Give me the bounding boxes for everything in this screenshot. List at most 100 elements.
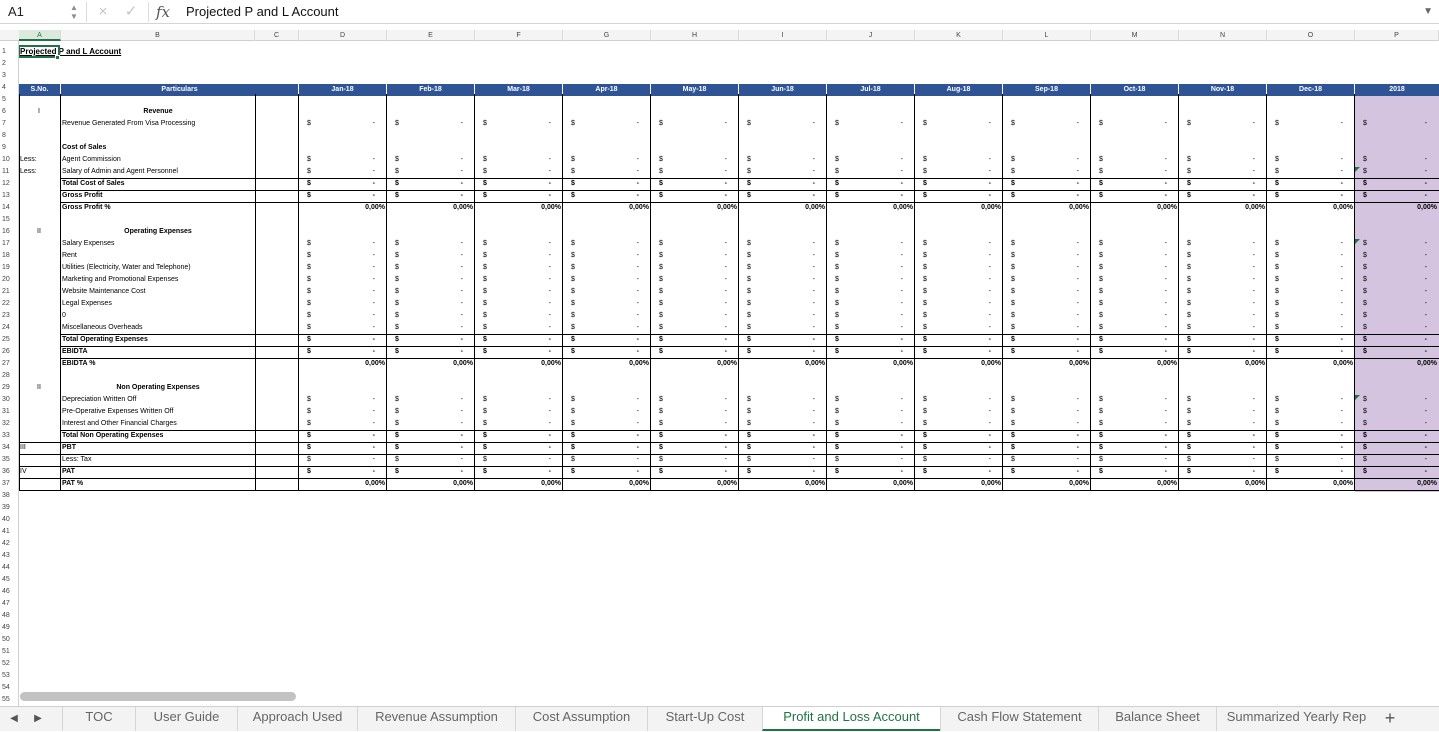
value-cell[interactable]: - xyxy=(1333,334,1343,346)
value-cell[interactable]: - xyxy=(1333,238,1343,250)
value-cell[interactable]: - xyxy=(805,418,815,430)
value-cell[interactable]: - xyxy=(1157,118,1167,130)
row-header[interactable]: 49 xyxy=(0,622,19,634)
cancel-icon[interactable]: × xyxy=(94,0,112,24)
value-cell[interactable]: - xyxy=(1333,166,1343,178)
value-cell[interactable]: - xyxy=(1333,430,1343,442)
value-cell[interactable]: - xyxy=(1245,454,1255,466)
value-cell[interactable]: - xyxy=(453,430,463,442)
value-cell[interactable]: - xyxy=(1417,190,1427,202)
value-cell[interactable]: - xyxy=(1333,190,1343,202)
value-cell[interactable]: - xyxy=(453,190,463,202)
value-cell[interactable]: - xyxy=(541,310,551,322)
percent-cell[interactable]: 0,00% xyxy=(651,202,737,214)
row-label[interactable]: Less: Tax xyxy=(62,454,91,466)
value-cell[interactable]: - xyxy=(893,166,903,178)
row-header[interactable]: 24 xyxy=(0,322,19,334)
value-cell[interactable]: - xyxy=(365,298,375,310)
value-cell[interactable]: - xyxy=(629,346,639,358)
value-cell[interactable]: - xyxy=(805,274,815,286)
horizontal-scrollbar[interactable] xyxy=(20,692,296,701)
formula-input[interactable]: Projected P and L Account xyxy=(186,0,339,24)
value-cell[interactable]: - xyxy=(1417,442,1427,454)
row-header[interactable]: 41 xyxy=(0,526,19,538)
value-cell[interactable]: - xyxy=(1417,466,1427,478)
column-header-h[interactable]: H xyxy=(651,30,739,41)
row-header[interactable]: 20 xyxy=(0,274,19,286)
sheet-tab[interactable]: Revenue Assumption xyxy=(357,707,515,731)
value-cell[interactable]: - xyxy=(981,262,991,274)
sno-cell[interactable]: III xyxy=(20,442,26,454)
value-cell[interactable]: - xyxy=(1069,262,1079,274)
value-cell[interactable]: - xyxy=(805,118,815,130)
value-cell[interactable]: - xyxy=(1245,166,1255,178)
value-cell[interactable]: - xyxy=(365,406,375,418)
row-label[interactable]: Utilities (Electricity, Water and Teleph… xyxy=(62,262,191,274)
row-header[interactable]: 9 xyxy=(0,142,19,154)
row-header[interactable]: 51 xyxy=(0,646,19,658)
value-cell[interactable]: - xyxy=(1069,298,1079,310)
column-header-b[interactable]: B xyxy=(61,30,255,41)
value-cell[interactable]: - xyxy=(805,454,815,466)
value-cell[interactable]: - xyxy=(629,418,639,430)
value-cell[interactable]: - xyxy=(1157,454,1167,466)
sno-cell[interactable]: II xyxy=(33,382,45,394)
sheet-tab[interactable]: Cash Flow Statement xyxy=(940,707,1098,731)
value-cell[interactable]: - xyxy=(717,310,727,322)
value-cell[interactable]: - xyxy=(541,454,551,466)
sheet-tab[interactable]: User Guide xyxy=(135,707,237,731)
sno-cell[interactable]: IV xyxy=(20,466,27,478)
row-header[interactable]: 37 xyxy=(0,478,19,490)
row-header[interactable]: 30 xyxy=(0,394,19,406)
row-label[interactable]: Website Maintenance Cost xyxy=(62,286,146,298)
value-cell[interactable]: - xyxy=(1417,274,1427,286)
row-label[interactable]: PAT xyxy=(62,466,75,478)
value-cell[interactable]: - xyxy=(541,466,551,478)
column-header-k[interactable]: K xyxy=(915,30,1003,41)
percent-cell[interactable]: 0,00% xyxy=(1179,358,1265,370)
value-cell[interactable]: - xyxy=(717,298,727,310)
value-cell[interactable]: - xyxy=(805,430,815,442)
value-cell[interactable]: - xyxy=(717,166,727,178)
value-cell[interactable]: - xyxy=(629,118,639,130)
value-cell[interactable]: - xyxy=(1417,118,1427,130)
row-header[interactable]: 17 xyxy=(0,238,19,250)
sno-cell[interactable]: Less: xyxy=(20,154,37,166)
row-header[interactable]: 48 xyxy=(0,610,19,622)
row-header[interactable]: 42 xyxy=(0,538,19,550)
column-header-f[interactable]: F xyxy=(475,30,563,41)
percent-cell[interactable]: 0,00% xyxy=(739,202,825,214)
value-cell[interactable]: - xyxy=(1333,154,1343,166)
column-header-i[interactable]: I xyxy=(739,30,827,41)
row-header[interactable]: 1 xyxy=(0,46,19,58)
row-header[interactable]: 6 xyxy=(0,106,19,118)
value-cell[interactable]: - xyxy=(981,406,991,418)
row-header[interactable]: 2 xyxy=(0,58,19,70)
column-header-n[interactable]: N xyxy=(1179,30,1267,41)
value-cell[interactable]: - xyxy=(717,154,727,166)
value-cell[interactable]: - xyxy=(1245,286,1255,298)
value-cell[interactable]: - xyxy=(1417,178,1427,190)
value-cell[interactable]: - xyxy=(453,394,463,406)
percent-cell[interactable]: 0,00% xyxy=(1267,202,1353,214)
value-cell[interactable]: - xyxy=(629,274,639,286)
value-cell[interactable]: - xyxy=(541,118,551,130)
row-header[interactable]: 38 xyxy=(0,490,19,502)
value-cell[interactable]: - xyxy=(1417,418,1427,430)
row-label[interactable]: Miscellaneous Overheads xyxy=(62,322,143,334)
value-cell[interactable]: - xyxy=(893,430,903,442)
value-cell[interactable]: - xyxy=(1157,466,1167,478)
value-cell[interactable]: - xyxy=(365,346,375,358)
value-cell[interactable]: - xyxy=(717,454,727,466)
value-cell[interactable]: - xyxy=(541,274,551,286)
value-cell[interactable]: - xyxy=(1069,346,1079,358)
row-label[interactable]: 0 xyxy=(62,310,66,322)
value-cell[interactable]: - xyxy=(541,166,551,178)
value-cell[interactable]: - xyxy=(1245,334,1255,346)
value-cell[interactable]: - xyxy=(541,178,551,190)
value-cell[interactable]: - xyxy=(717,406,727,418)
row-header[interactable]: 46 xyxy=(0,586,19,598)
value-cell[interactable]: - xyxy=(981,394,991,406)
sheet-tab[interactable]: Profit and Loss Account xyxy=(762,707,940,731)
value-cell[interactable]: - xyxy=(717,274,727,286)
